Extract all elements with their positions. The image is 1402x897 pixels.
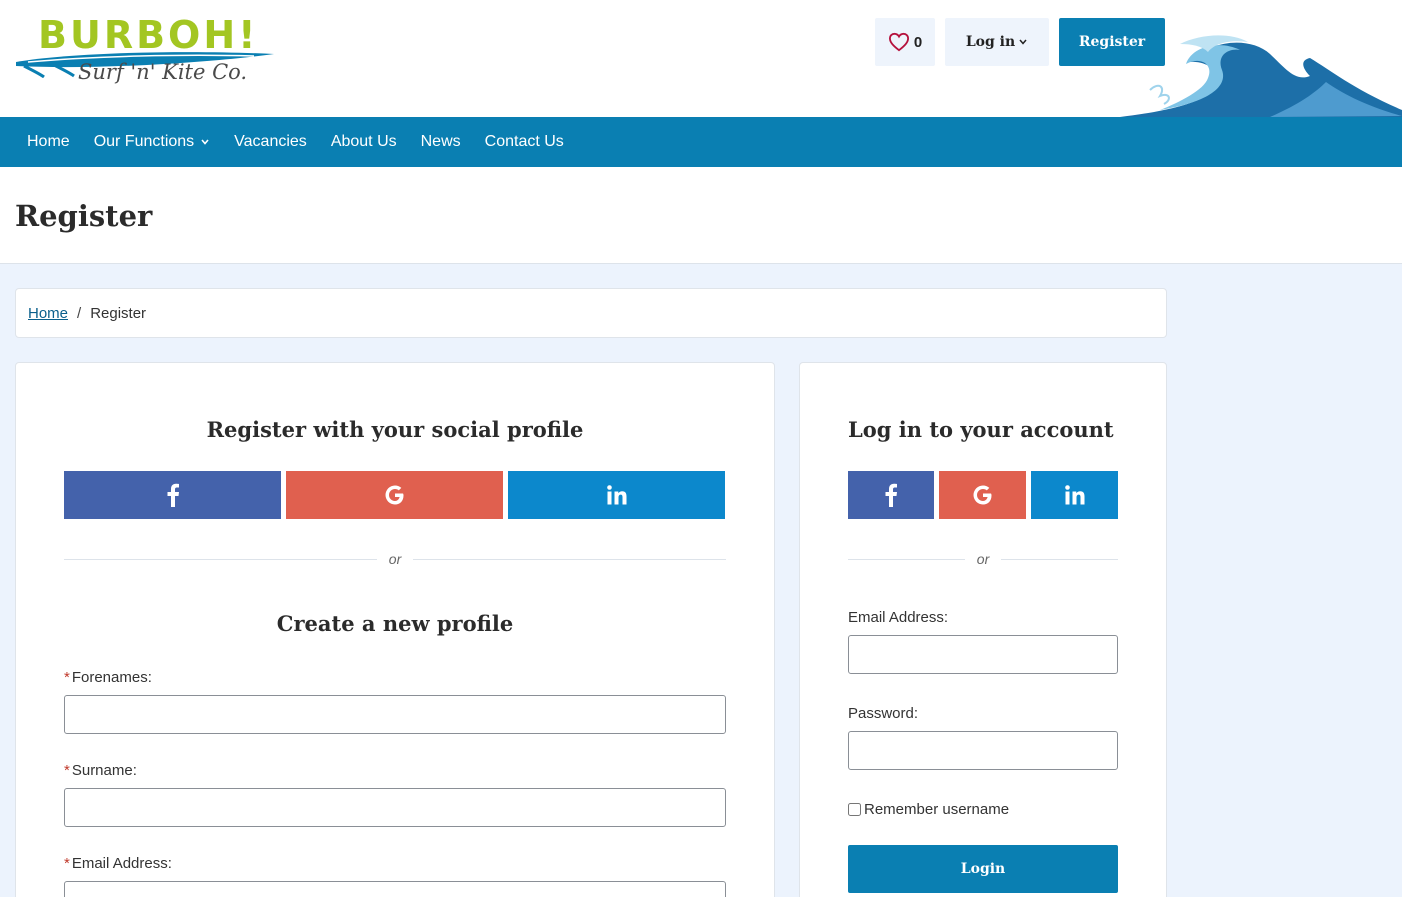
- or-text: or: [976, 551, 990, 567]
- login-google-button[interactable]: [939, 471, 1026, 519]
- remember-username-checkbox[interactable]: [848, 803, 861, 816]
- login-button-label: Log in: [965, 34, 1016, 50]
- nav-item-label: About Us: [330, 133, 397, 150]
- wave-decoration-icon: [1120, 35, 1402, 117]
- required-marker: *: [64, 762, 70, 779]
- logo-tagline: Surf 'n' Kite Co.: [78, 60, 248, 84]
- login-facebook-button[interactable]: [848, 471, 934, 519]
- nav-item-news[interactable]: News: [409, 117, 473, 167]
- register-or-divider: or: [64, 551, 727, 567]
- linkedin-icon: [1064, 485, 1084, 505]
- forenames-label-text: Forenames:: [71, 669, 152, 686]
- nav-item-vacancies[interactable]: Vacancies: [222, 117, 319, 167]
- main-nav: Home Our Functions Vacancies About Us Ne…: [0, 117, 1402, 167]
- site-logo[interactable]: BURBOH! Surf 'n' Kite Co.: [14, 14, 276, 96]
- login-dropdown-button[interactable]: Log in: [945, 18, 1049, 66]
- required-marker: *: [64, 855, 70, 872]
- register-email-label: * Email Address:: [64, 855, 172, 872]
- remember-username[interactable]: Remember username: [848, 801, 1009, 818]
- social-register-buttons: [64, 471, 725, 519]
- breadcrumb-current: Register: [90, 304, 147, 322]
- chevron-down-icon: [1019, 39, 1027, 45]
- create-profile-heading: Create a new profile: [276, 611, 514, 636]
- nav-item-label: Vacancies: [234, 133, 307, 150]
- page-title-band: Register: [0, 167, 1402, 264]
- login-heading: Log in to your account: [848, 417, 1114, 442]
- favourites-button[interactable]: 0: [875, 18, 935, 66]
- required-marker: *: [64, 669, 70, 686]
- nav-item-home[interactable]: Home: [15, 117, 82, 167]
- breadcrumb: Home / Register: [15, 288, 1167, 338]
- surname-input[interactable]: [64, 788, 726, 827]
- facebook-icon: [885, 483, 897, 507]
- or-text: or: [388, 551, 402, 567]
- chevron-down-icon: [201, 139, 209, 145]
- login-linkedin-button[interactable]: [1031, 471, 1118, 519]
- site-header: BURBOH! Surf 'n' Kite Co. 0 Log in Regis…: [0, 0, 1402, 117]
- login-or-divider: or: [848, 551, 1119, 567]
- remember-username-label: Remember username: [864, 801, 1010, 818]
- login-email-input[interactable]: [848, 635, 1118, 674]
- register-panel: Register with your social profile or Cre…: [15, 362, 775, 897]
- facebook-icon: [167, 483, 179, 507]
- nav-item-about-us[interactable]: About Us: [319, 117, 409, 167]
- nav-item-label: Home: [27, 133, 70, 150]
- linkedin-icon: [606, 485, 626, 505]
- google-icon: [385, 485, 403, 505]
- nav-item-label: Our Functions: [93, 133, 195, 150]
- breadcrumb-home-link[interactable]: Home: [28, 305, 68, 322]
- forenames-input[interactable]: [64, 695, 726, 734]
- login-email-label: Email Address:: [848, 609, 949, 626]
- surname-label-text: Surname:: [71, 762, 137, 779]
- nav-item-contact-us[interactable]: Contact Us: [473, 117, 576, 167]
- register-linkedin-button[interactable]: [508, 471, 725, 519]
- heart-icon: [888, 32, 909, 52]
- register-email-input[interactable]: [64, 881, 726, 897]
- nav-item-our-functions[interactable]: Our Functions: [82, 117, 222, 167]
- google-icon: [973, 485, 991, 505]
- login-submit-button[interactable]: Login: [848, 845, 1118, 893]
- logo-wordmark: BURBOH!: [38, 13, 259, 57]
- nav-item-label: News: [420, 133, 461, 150]
- favourites-count: 0: [913, 33, 923, 51]
- password-input[interactable]: [848, 731, 1118, 770]
- surname-label: * Surname:: [64, 762, 137, 779]
- breadcrumb-separator: /: [77, 304, 82, 322]
- social-register-heading: Register with your social profile: [206, 417, 584, 442]
- register-facebook-button[interactable]: [64, 471, 281, 519]
- nav-item-label: Contact Us: [484, 133, 564, 150]
- register-email-label-text: Email Address:: [71, 855, 172, 872]
- social-login-buttons: [848, 471, 1118, 519]
- page-title: Register: [15, 199, 153, 233]
- forenames-label: * Forenames:: [64, 669, 152, 686]
- register-google-button[interactable]: [286, 471, 503, 519]
- login-panel: Log in to your account or Email Address:…: [799, 362, 1167, 897]
- password-label: Password:: [848, 705, 919, 722]
